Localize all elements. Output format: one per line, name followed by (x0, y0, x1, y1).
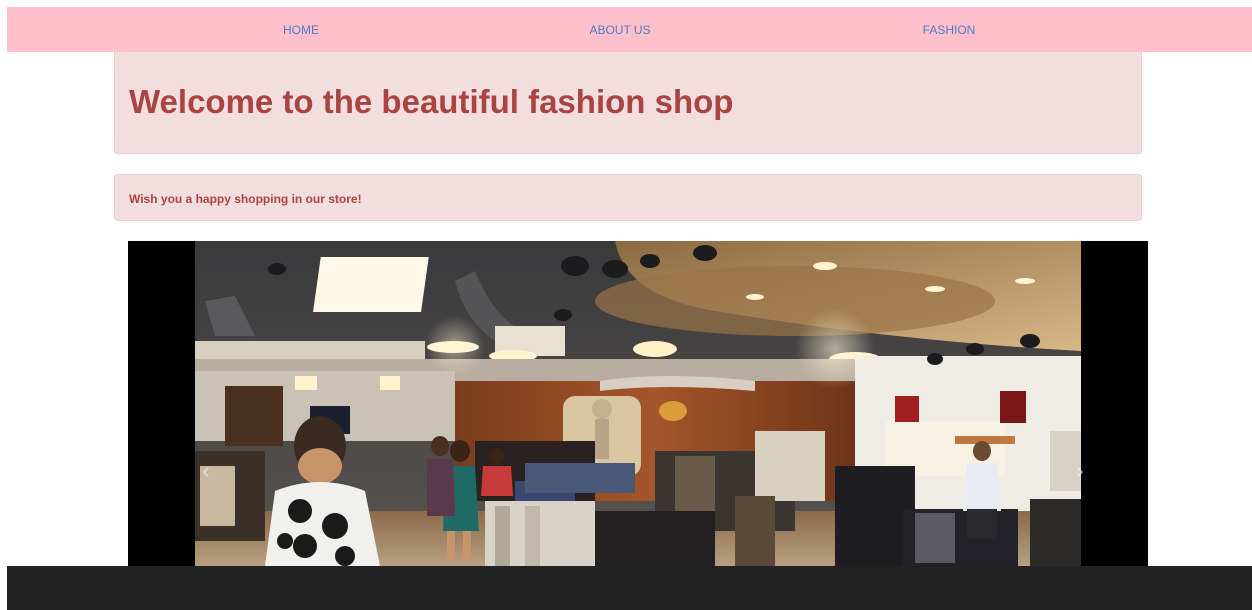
top-navbar: HOME ABOUT US FASHION (7, 7, 1252, 52)
nav-fashion-link[interactable]: FASHION (923, 7, 976, 52)
welcome-alert: Wish you a happy shopping in our store! (114, 174, 1142, 221)
alert-message: Wish you a happy shopping in our store! (129, 192, 362, 206)
chevron-left-icon: ‹ (202, 458, 210, 483)
nav-home-link[interactable]: HOME (283, 7, 319, 52)
page-footer (7, 566, 1252, 610)
nav-about-us-link[interactable]: ABOUT US (589, 7, 650, 52)
carousel-prev-control[interactable]: ‹ (196, 456, 216, 486)
carousel-next-control[interactable]: › (1070, 456, 1090, 486)
welcome-jumbotron: Welcome to the beautiful fashion shop (114, 52, 1142, 154)
page-title: Welcome to the beautiful fashion shop (129, 83, 734, 120)
chevron-right-icon: › (1076, 458, 1084, 483)
store-interior-photo (195, 241, 1081, 566)
image-carousel[interactable]: ‹ › (128, 241, 1148, 566)
